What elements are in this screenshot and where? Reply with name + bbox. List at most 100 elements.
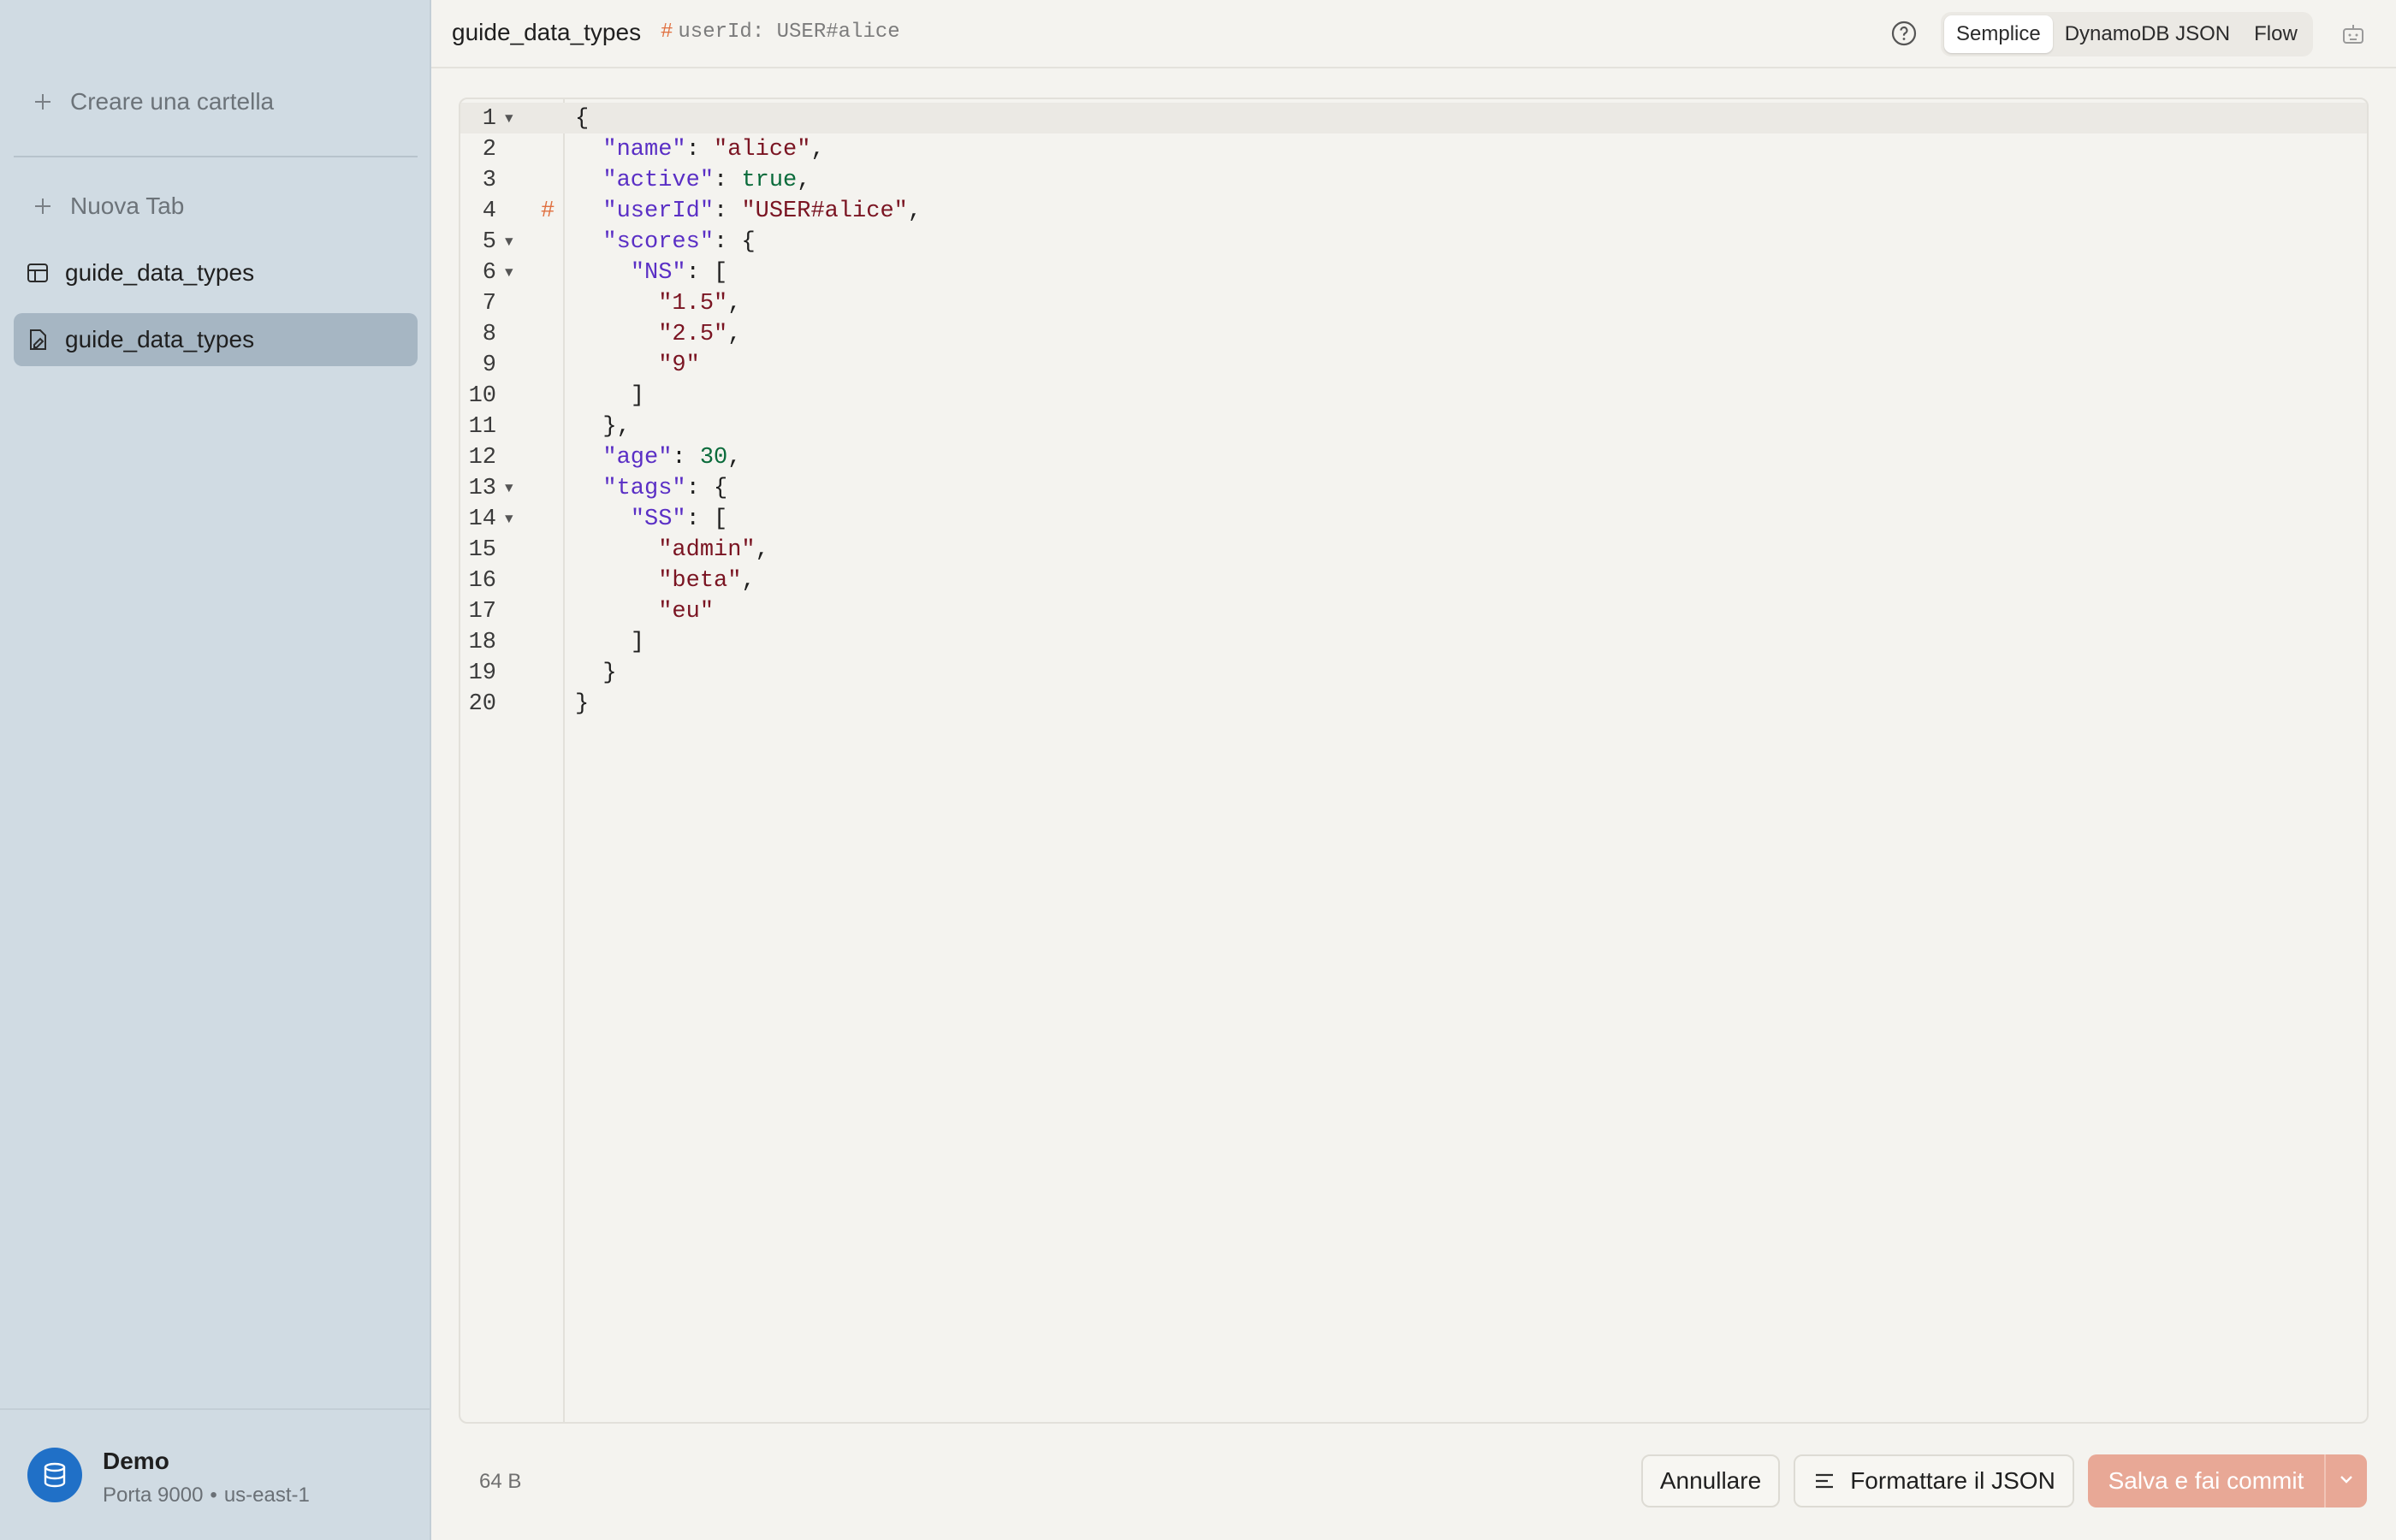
code-line: 16 "beta", bbox=[460, 565, 2367, 595]
colon: : bbox=[685, 260, 715, 286]
key-marker-icon: # bbox=[541, 198, 555, 224]
save-options-dropdown[interactable] bbox=[2324, 1454, 2367, 1507]
code-line: 3 "active": true, bbox=[460, 164, 2367, 195]
plus-icon bbox=[31, 90, 55, 114]
line-number: 7 bbox=[482, 291, 496, 317]
item-key: # userId: USER#alice bbox=[661, 21, 900, 44]
json-editor[interactable]: 1 ▼ { 2 "name": "alice", 3 "active": tru… bbox=[459, 98, 2369, 1424]
comma: , bbox=[727, 445, 742, 471]
json-string: "alice" bbox=[714, 137, 811, 163]
code-text: "userId": "USER#alice", bbox=[575, 198, 922, 224]
save-commit-label: Salva e fai commit bbox=[2108, 1467, 2304, 1494]
new-folder-button[interactable]: Creare una cartella bbox=[14, 75, 418, 128]
code-text: "age": 30, bbox=[575, 445, 741, 471]
connection-separator: • bbox=[210, 1484, 217, 1507]
line-number: 11 bbox=[468, 414, 496, 440]
json-string: "2.5" bbox=[658, 322, 728, 347]
fold-toggle-icon[interactable]: ▼ bbox=[505, 265, 513, 281]
code-text: ] bbox=[575, 383, 644, 409]
sidebar-item-table[interactable]: guide_data_types bbox=[14, 246, 418, 299]
line-number: 9 bbox=[482, 352, 496, 378]
line-number: 16 bbox=[468, 568, 496, 594]
colon: : bbox=[714, 198, 742, 224]
json-key: "tags" bbox=[602, 476, 686, 501]
tab-flow[interactable]: Flow bbox=[2242, 15, 2310, 53]
save-commit-button[interactable]: Salva e fai commit bbox=[2088, 1454, 2324, 1507]
colon: : bbox=[685, 506, 715, 532]
new-tab-button[interactable]: Nuova Tab bbox=[14, 180, 418, 233]
connection-panel[interactable]: Demo Porta 9000 • us-east-1 bbox=[0, 1408, 431, 1540]
code-text: "9" bbox=[575, 352, 700, 378]
json-string: "9" bbox=[658, 352, 700, 378]
line-number: 1 bbox=[482, 106, 496, 132]
code-text: "SS": [ bbox=[575, 506, 727, 532]
page-title: guide_data_types bbox=[452, 19, 642, 45]
json-number: 30 bbox=[699, 445, 728, 471]
colon: : bbox=[714, 168, 742, 193]
tab-dynamodb-json[interactable]: DynamoDB JSON bbox=[2053, 15, 2242, 53]
comma: , bbox=[741, 568, 756, 594]
code-text: "admin", bbox=[575, 537, 769, 563]
json-string: "beta" bbox=[658, 568, 742, 594]
code-line: 8 "2.5", bbox=[460, 318, 2367, 349]
fold-toggle-icon[interactable]: ▼ bbox=[505, 481, 513, 496]
cancel-button[interactable]: Annullare bbox=[1641, 1454, 1780, 1507]
editor-header: guide_data_types # userId: USER#alice Sem… bbox=[431, 0, 2396, 68]
fold-toggle-icon[interactable]: ▼ bbox=[505, 111, 513, 127]
table-icon bbox=[26, 261, 50, 285]
bracket: [ bbox=[714, 506, 728, 532]
comma: , bbox=[727, 291, 742, 317]
code-line: 12 "age": 30, bbox=[460, 441, 2367, 472]
help-icon[interactable] bbox=[1889, 19, 1919, 48]
json-key: "active" bbox=[602, 168, 715, 193]
align-left-icon bbox=[1812, 1469, 1836, 1493]
code-line: 11 }, bbox=[460, 411, 2367, 441]
line-number: 4 bbox=[482, 198, 496, 224]
colon: : bbox=[714, 229, 742, 255]
code-text: }, bbox=[575, 414, 631, 440]
code-line: 6 ▼ "NS": [ bbox=[460, 257, 2367, 287]
code-line: 1 ▼ { bbox=[460, 103, 2367, 133]
fold-toggle-icon[interactable]: ▼ bbox=[505, 512, 513, 527]
code-text: { bbox=[575, 106, 589, 132]
code-text: "name": "alice", bbox=[575, 137, 825, 163]
json-key: "NS" bbox=[630, 260, 686, 286]
code-text: } bbox=[575, 691, 589, 717]
code-text: "NS": [ bbox=[575, 260, 727, 286]
view-mode-switch: Semplice DynamoDB JSON Flow bbox=[1941, 12, 2313, 56]
brace: }, bbox=[602, 414, 631, 440]
line-number: 3 bbox=[482, 168, 496, 193]
json-key: "scores" bbox=[602, 229, 715, 255]
json-key: "age" bbox=[602, 445, 673, 471]
tab-semplice[interactable]: Semplice bbox=[1944, 15, 2053, 53]
format-json-button[interactable]: Formattare il JSON bbox=[1794, 1454, 2074, 1507]
code-line: 7 "1.5", bbox=[460, 287, 2367, 318]
comma: , bbox=[907, 198, 922, 224]
brace: } bbox=[602, 660, 617, 686]
brace: { bbox=[741, 229, 756, 255]
robot-icon[interactable] bbox=[2338, 19, 2369, 50]
line-number: 8 bbox=[482, 322, 496, 347]
json-literal: true bbox=[741, 168, 798, 193]
code-line: 17 "eu" bbox=[460, 595, 2367, 626]
line-number: 15 bbox=[468, 537, 496, 563]
code-line: 14 ▼ "SS": [ bbox=[460, 503, 2367, 534]
line-number: 13 bbox=[468, 476, 496, 501]
comma: , bbox=[810, 137, 825, 163]
json-key: "SS" bbox=[630, 506, 686, 532]
chevron-down-icon bbox=[2337, 1467, 2356, 1495]
sidebar: Creare una cartella Nuova Tab guide_data… bbox=[0, 0, 431, 1540]
code-text: "beta", bbox=[575, 568, 756, 594]
code-line: 19 } bbox=[460, 657, 2367, 688]
code-line: 9 "9" bbox=[460, 349, 2367, 380]
json-string: "USER#alice" bbox=[741, 198, 908, 224]
code-line: 2 "name": "alice", bbox=[460, 133, 2367, 164]
sidebar-item-document[interactable]: guide_data_types bbox=[14, 313, 418, 366]
line-number: 2 bbox=[482, 137, 496, 163]
code-text: ] bbox=[575, 630, 644, 655]
database-icon bbox=[27, 1448, 82, 1502]
fold-toggle-icon[interactable]: ▼ bbox=[505, 234, 513, 250]
bracket: [ bbox=[714, 260, 728, 286]
new-folder-label: Creare una cartella bbox=[70, 88, 275, 115]
json-string: "eu" bbox=[658, 599, 715, 625]
